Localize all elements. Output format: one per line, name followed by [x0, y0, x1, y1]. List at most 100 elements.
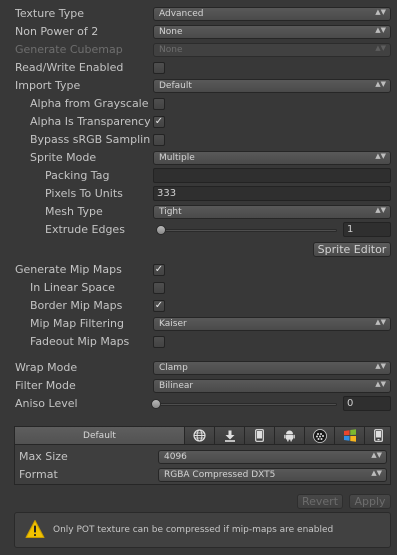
- border-mip-maps-checkbox[interactable]: ✓: [153, 300, 165, 312]
- sprite-mode-value: Multiple: [159, 153, 195, 163]
- apply-button[interactable]: Apply: [349, 494, 391, 509]
- dropdown-arrows-icon: ▲▼: [375, 152, 386, 160]
- tab-ios[interactable]: [245, 427, 275, 444]
- extrude-edges-input[interactable]: 1: [343, 222, 391, 237]
- non-power-of-2-dropdown[interactable]: None ▲▼: [153, 25, 391, 39]
- sprite-mode-label: Sprite Mode: [30, 151, 97, 164]
- generate-mip-maps-row: Generate Mip Maps ✓: [0, 261, 397, 279]
- tab-standalone[interactable]: [215, 427, 245, 444]
- bypass-srgb-label: Bypass sRGB Sampling: [30, 133, 150, 146]
- mesh-type-dropdown[interactable]: Tight ▲▼: [153, 205, 391, 219]
- pixels-to-units-row: Pixels To Units 333: [0, 185, 397, 203]
- non-power-of-2-row: Non Power of 2 None ▲▼: [0, 23, 397, 41]
- max-size-label: Max Size: [19, 450, 68, 463]
- max-size-row: Max Size 4096 ▲▼: [15, 448, 390, 466]
- dropdown-arrows-icon: ▲▼: [371, 451, 382, 459]
- in-linear-space-label: In Linear Space: [30, 281, 115, 294]
- tab-windows-phone[interactable]: [365, 427, 392, 444]
- wrap-mode-dropdown[interactable]: Clamp ▲▼: [153, 361, 391, 375]
- dropdown-arrows-icon: ▲▼: [375, 206, 386, 214]
- texture-type-label: Texture Type: [15, 7, 85, 20]
- read-write-label: Read/Write Enabled: [15, 61, 124, 74]
- generate-mip-maps-checkbox[interactable]: ✓: [153, 264, 165, 276]
- tab-web[interactable]: [185, 427, 215, 444]
- fadeout-mip-maps-checkbox[interactable]: [153, 336, 165, 348]
- texture-type-value: Advanced: [159, 9, 204, 19]
- extrude-edges-slider-thumb[interactable]: [156, 225, 166, 235]
- texture-type-row: Texture Type Advanced ▲▼: [0, 5, 397, 23]
- non-power-of-2-value: None: [159, 27, 183, 37]
- format-row: Format RGBA Compressed DXT5 ▲▼: [15, 466, 390, 484]
- aniso-level-slider-thumb[interactable]: [151, 399, 161, 409]
- generate-cubemap-dropdown: None ▲▼: [153, 43, 391, 57]
- revert-button[interactable]: Revert: [297, 494, 343, 509]
- alpha-is-transparency-checkbox[interactable]: ✓: [153, 116, 165, 128]
- alpha-from-grayscale-label: Alpha from Grayscale: [30, 97, 149, 110]
- aniso-level-slider-track[interactable]: [153, 403, 337, 406]
- mip-map-filtering-value: Kaiser: [159, 319, 187, 329]
- mesh-type-label: Mesh Type: [45, 205, 103, 218]
- mesh-type-value: Tight: [159, 207, 182, 217]
- mobile-phone-icon: [255, 429, 264, 442]
- tab-default[interactable]: Default: [15, 427, 185, 444]
- dropdown-arrows-icon: ▲▼: [371, 469, 382, 477]
- import-type-dropdown[interactable]: Default ▲▼: [153, 79, 391, 93]
- tab-windows-store[interactable]: [335, 427, 365, 444]
- fadeout-mip-maps-label: Fadeout Mip Maps: [30, 335, 130, 348]
- web-globe-icon: [193, 429, 206, 442]
- platform-settings-panel: Max Size 4096 ▲▼ Format RGBA Compressed …: [14, 445, 391, 485]
- bypass-srgb-row: Bypass sRGB Sampling: [0, 131, 397, 149]
- standalone-download-icon: [224, 430, 235, 442]
- border-mip-maps-row: Border Mip Maps ✓: [0, 297, 397, 315]
- import-type-value: Default: [159, 81, 192, 91]
- mip-map-filtering-label: Mip Map Filtering: [30, 317, 124, 330]
- tab-android[interactable]: [275, 427, 305, 444]
- packing-tag-row: Packing Tag: [0, 167, 397, 185]
- border-mip-maps-label: Border Mip Maps: [30, 299, 123, 312]
- generate-cubemap-row: Generate Cubemap None ▲▼: [0, 41, 397, 59]
- warning-icon: [25, 520, 45, 538]
- platform-tab-bar: Default: [14, 426, 391, 445]
- tab-blackberry[interactable]: [305, 427, 335, 444]
- sprite-mode-dropdown[interactable]: Multiple ▲▼: [153, 151, 391, 165]
- generate-mip-maps-label: Generate Mip Maps: [15, 263, 122, 276]
- extrude-edges-row: Extrude Edges 1: [0, 221, 397, 239]
- alpha-from-grayscale-checkbox[interactable]: [153, 98, 165, 110]
- windows-phone-icon: [374, 429, 383, 442]
- wrap-mode-row: Wrap Mode Clamp ▲▼: [0, 359, 397, 377]
- import-type-label: Import Type: [15, 79, 81, 92]
- filter-mode-label: Filter Mode: [15, 379, 76, 392]
- in-linear-space-row: In Linear Space: [0, 279, 397, 297]
- packing-tag-label: Packing Tag: [45, 169, 110, 182]
- wrap-mode-label: Wrap Mode: [15, 361, 78, 374]
- format-value: RGBA Compressed DXT5: [164, 470, 276, 480]
- sprite-editor-button[interactable]: Sprite Editor: [313, 242, 391, 257]
- blackberry-icon: [312, 428, 327, 443]
- alpha-from-grayscale-row: Alpha from Grayscale: [0, 95, 397, 113]
- filter-mode-value: Bilinear: [159, 381, 194, 391]
- in-linear-space-checkbox[interactable]: [153, 282, 165, 294]
- dropdown-arrows-icon: ▲▼: [375, 380, 386, 388]
- max-size-value: 4096: [164, 452, 187, 462]
- max-size-dropdown[interactable]: 4096 ▲▼: [158, 450, 387, 464]
- format-dropdown[interactable]: RGBA Compressed DXT5 ▲▼: [158, 468, 387, 482]
- packing-tag-input[interactable]: [153, 168, 391, 183]
- dropdown-arrows-icon: ▲▼: [375, 80, 386, 88]
- extrude-edges-slider-track[interactable]: [157, 229, 337, 232]
- mip-map-filtering-row: Mip Map Filtering Kaiser ▲▼: [0, 315, 397, 333]
- android-icon: [284, 430, 295, 442]
- mip-map-filtering-dropdown[interactable]: Kaiser ▲▼: [153, 317, 391, 331]
- read-write-checkbox[interactable]: [153, 62, 165, 74]
- texture-type-dropdown[interactable]: Advanced ▲▼: [153, 7, 391, 21]
- filter-mode-row: Filter Mode Bilinear ▲▼: [0, 377, 397, 395]
- aniso-level-input[interactable]: 0: [343, 396, 391, 411]
- bypass-srgb-checkbox[interactable]: [153, 134, 165, 146]
- mesh-type-row: Mesh Type Tight ▲▼: [0, 203, 397, 221]
- alpha-is-transparency-row: Alpha Is Transparency ✓: [0, 113, 397, 131]
- filter-mode-dropdown[interactable]: Bilinear ▲▼: [153, 379, 391, 393]
- pixels-to-units-input[interactable]: 333: [153, 186, 391, 201]
- read-write-row: Read/Write Enabled: [0, 59, 397, 77]
- dropdown-arrows-icon: ▲▼: [375, 44, 386, 52]
- sprite-mode-row: Sprite Mode Multiple ▲▼: [0, 149, 397, 167]
- aniso-level-label: Aniso Level: [15, 397, 78, 410]
